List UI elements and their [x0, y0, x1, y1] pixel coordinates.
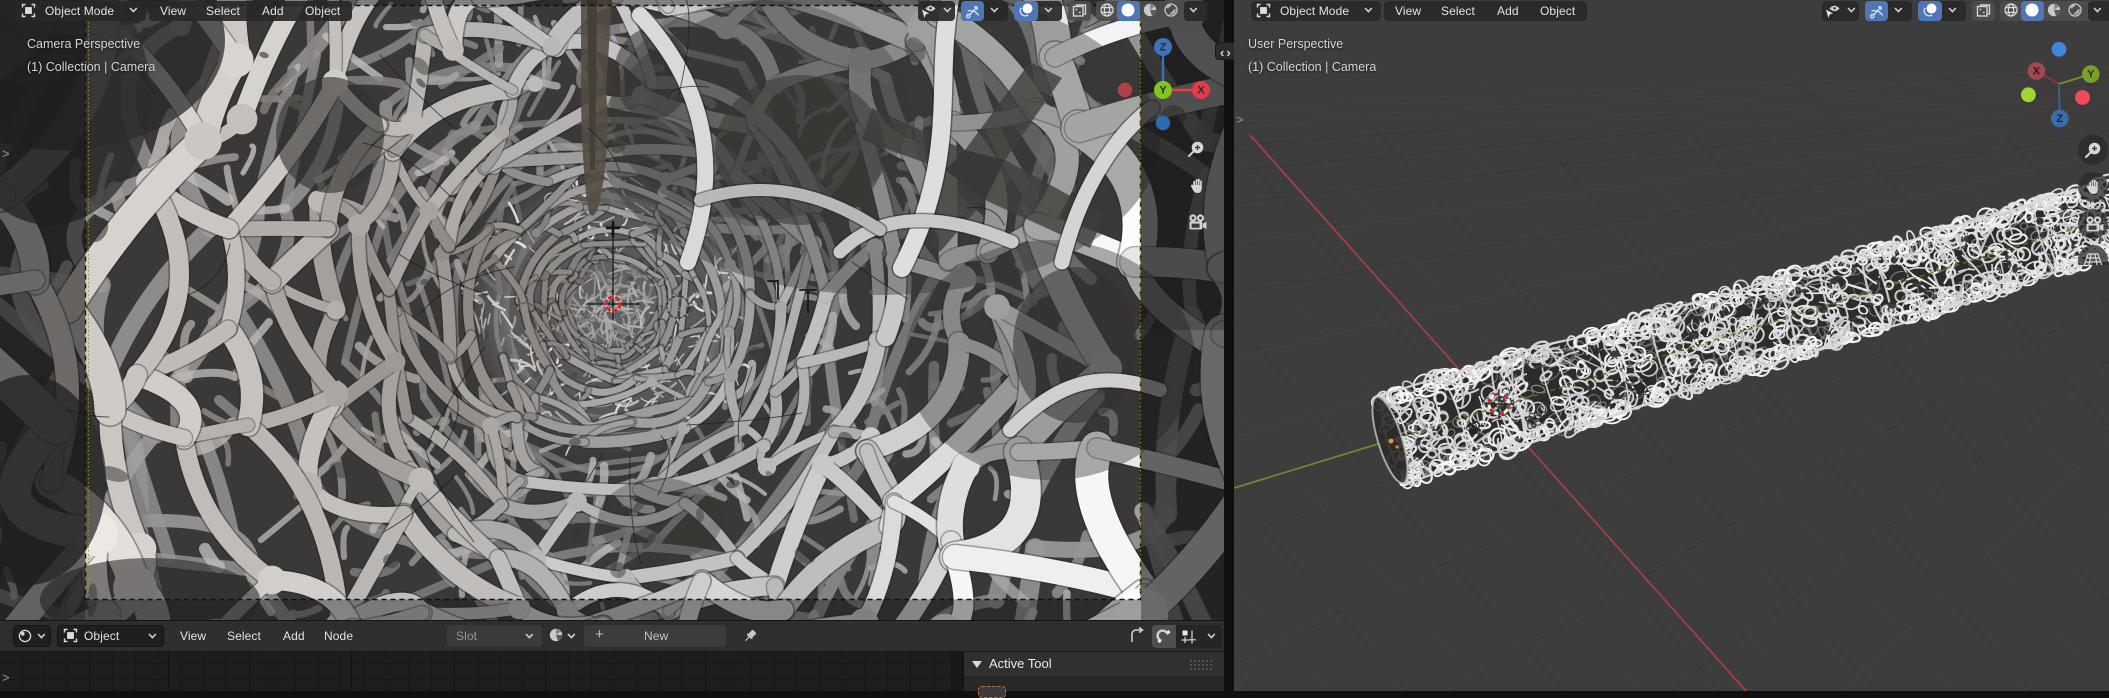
svg-text:Y: Y: [2087, 69, 2095, 81]
svg-text:Z: Z: [2056, 113, 2063, 125]
svg-text:Y: Y: [1159, 85, 1167, 97]
svg-text:X: X: [1197, 85, 1205, 97]
svg-text:Z: Z: [1160, 42, 1167, 54]
svg-text:X: X: [2033, 66, 2041, 78]
